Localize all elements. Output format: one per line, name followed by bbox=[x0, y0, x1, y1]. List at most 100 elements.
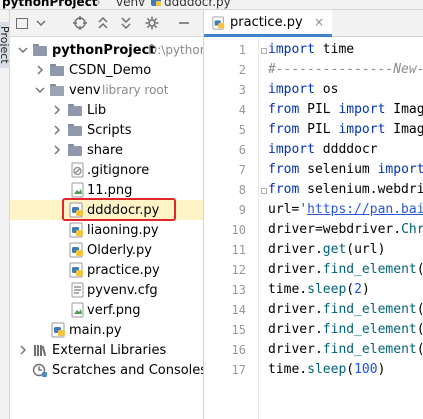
code-line: from PIL import Imag bbox=[268, 122, 423, 137]
config-file-icon bbox=[71, 282, 84, 298]
folder-icon bbox=[67, 122, 83, 138]
tree-item-venv[interactable]: venv library root bbox=[10, 80, 203, 100]
code-line: import os bbox=[268, 82, 339, 97]
expand-icon[interactable] bbox=[118, 15, 134, 31]
chevron-right-icon[interactable] bbox=[17, 344, 29, 356]
code-line: from PIL import Imag bbox=[268, 102, 423, 117]
tree-item-liaoning-py[interactable]: liaoning.py bbox=[10, 220, 203, 240]
gear-icon[interactable] bbox=[144, 15, 160, 31]
line-number: 17 bbox=[231, 363, 246, 377]
image-file-icon bbox=[71, 302, 84, 318]
code-line: import time bbox=[268, 42, 355, 57]
line-number: 8 bbox=[238, 183, 246, 197]
python-file-icon bbox=[69, 222, 83, 238]
breadcrumb-separator: › bbox=[140, 0, 145, 9]
tree-item-label: main.py bbox=[69, 322, 122, 338]
line-number: 7 bbox=[238, 163, 246, 177]
code-line: from selenium import bbox=[268, 162, 423, 177]
python-file-icon bbox=[151, 0, 161, 6]
tree-item-share[interactable]: share bbox=[10, 140, 203, 160]
tree-item-olderly-py[interactable]: Olderly.py bbox=[10, 240, 203, 260]
tree-item-csdn-demo[interactable]: CSDN_Demo bbox=[10, 60, 203, 80]
tree-item-label: Scripts bbox=[87, 122, 132, 138]
tree-item-scratches[interactable]: Scratches and Consoles bbox=[10, 360, 203, 380]
code-line: driver.find_element( bbox=[268, 302, 423, 317]
code-line: driver=webdriver.Chr bbox=[268, 222, 423, 237]
line-number: 9 bbox=[238, 203, 246, 217]
tree-item-label: Olderly.py bbox=[87, 242, 152, 258]
breadcrumb-separator: › bbox=[96, 0, 101, 9]
line-number: 12 bbox=[231, 263, 246, 277]
tab-label: practice.py bbox=[230, 15, 303, 30]
crosshair-icon[interactable] bbox=[72, 15, 88, 31]
highlight-annotation-box bbox=[62, 198, 176, 221]
chevron-right-icon[interactable] bbox=[51, 144, 63, 156]
tree-item-pythonproject[interactable]: pythonProject D:\python bbox=[10, 40, 203, 60]
code-line: import ddddocr bbox=[268, 142, 378, 157]
tree-item-11-png[interactable]: 11.png bbox=[10, 180, 203, 200]
tree-item-label: verf.png bbox=[87, 302, 141, 318]
tree-item-label: share bbox=[87, 142, 124, 158]
scratches-icon bbox=[32, 363, 47, 377]
code-line: from selenium.webdri bbox=[268, 182, 423, 197]
tool-window-strip: Project bbox=[0, 10, 17, 419]
fold-marker-icon[interactable] bbox=[261, 188, 267, 194]
tree-item-label: pyvenv.cfg bbox=[87, 282, 158, 298]
tree-item-gitignore[interactable]: .gitignore bbox=[10, 160, 203, 180]
chevron-down-icon[interactable] bbox=[34, 84, 46, 96]
python-file-icon bbox=[51, 322, 65, 338]
tree-item-label: CSDN_Demo bbox=[69, 62, 152, 78]
close-icon[interactable]: × bbox=[314, 15, 324, 29]
chevron-right-icon[interactable] bbox=[34, 64, 46, 76]
navigation-bar: pythonProject › venv › ddddocr.py bbox=[0, 0, 423, 10]
editor-tab-bar: practice.py × bbox=[204, 10, 423, 37]
code-line: time.sleep(100) bbox=[268, 362, 386, 377]
breadcrumb-project[interactable]: pythonProject bbox=[2, 0, 98, 9]
tree-item-label: Lib bbox=[87, 102, 107, 118]
line-number: 10 bbox=[231, 223, 246, 237]
tree-item-external-libraries[interactable]: External Libraries bbox=[10, 340, 203, 360]
tree-item-label: pythonProject bbox=[52, 42, 156, 58]
code-line: url='https://pan.bai bbox=[268, 202, 423, 217]
breadcrumb-file[interactable]: ddddocr.py bbox=[164, 0, 231, 9]
project-tree[interactable]: pythonProject D:\python CSDN_Demo venv l… bbox=[10, 37, 203, 419]
line-number: 3 bbox=[238, 83, 246, 97]
square-icon[interactable] bbox=[14, 15, 30, 31]
chevron-down-icon[interactable] bbox=[17, 44, 29, 56]
line-number: 2 bbox=[238, 63, 246, 77]
chevron-right-icon[interactable] bbox=[51, 104, 63, 116]
code-line: driver.find_element( bbox=[268, 342, 423, 357]
tree-item-label: External Libraries bbox=[52, 342, 167, 358]
tree-item-main-py[interactable]: main.py bbox=[10, 320, 203, 340]
code-editor[interactable]: import time #---------------New- import … bbox=[259, 37, 423, 419]
folder-icon bbox=[49, 62, 65, 78]
line-number: 13 bbox=[231, 283, 246, 297]
tree-item-practice-py[interactable]: practice.py bbox=[10, 260, 203, 280]
tree-item-pyvenv-cfg[interactable]: pyvenv.cfg bbox=[10, 280, 203, 300]
python-file-icon bbox=[212, 16, 225, 30]
python-file-icon bbox=[69, 242, 83, 258]
tree-item-lib[interactable]: Lib bbox=[10, 100, 203, 120]
tree-item-library-hint: library root bbox=[102, 83, 169, 97]
project-toolwindow-header bbox=[10, 10, 203, 37]
tree-item-scripts[interactable]: Scripts bbox=[10, 120, 203, 140]
tree-item-label: venv bbox=[69, 82, 101, 98]
line-number: 1 bbox=[238, 43, 246, 57]
libraries-icon bbox=[34, 345, 47, 357]
tree-item-label: practice.py bbox=[87, 262, 160, 278]
fold-marker-icon[interactable] bbox=[261, 48, 267, 54]
line-number: 5 bbox=[238, 123, 246, 137]
tree-item-verf-png[interactable]: verf.png bbox=[10, 300, 203, 320]
chevron-down-icon[interactable] bbox=[33, 15, 49, 31]
chevron-right-icon[interactable] bbox=[51, 124, 63, 136]
collapse-icon[interactable] bbox=[95, 15, 111, 31]
gitignore-icon bbox=[71, 162, 84, 178]
line-number: 15 bbox=[231, 323, 246, 337]
tree-item-path-hint: D:\python bbox=[148, 43, 203, 57]
tab-practice-py[interactable]: practice.py × bbox=[204, 10, 332, 37]
folder-icon bbox=[67, 142, 83, 158]
minus-icon[interactable] bbox=[176, 15, 192, 31]
code-line: driver.find_element( bbox=[268, 322, 423, 337]
code-line: driver.get(url) bbox=[268, 242, 386, 257]
python-file-icon bbox=[69, 262, 83, 278]
